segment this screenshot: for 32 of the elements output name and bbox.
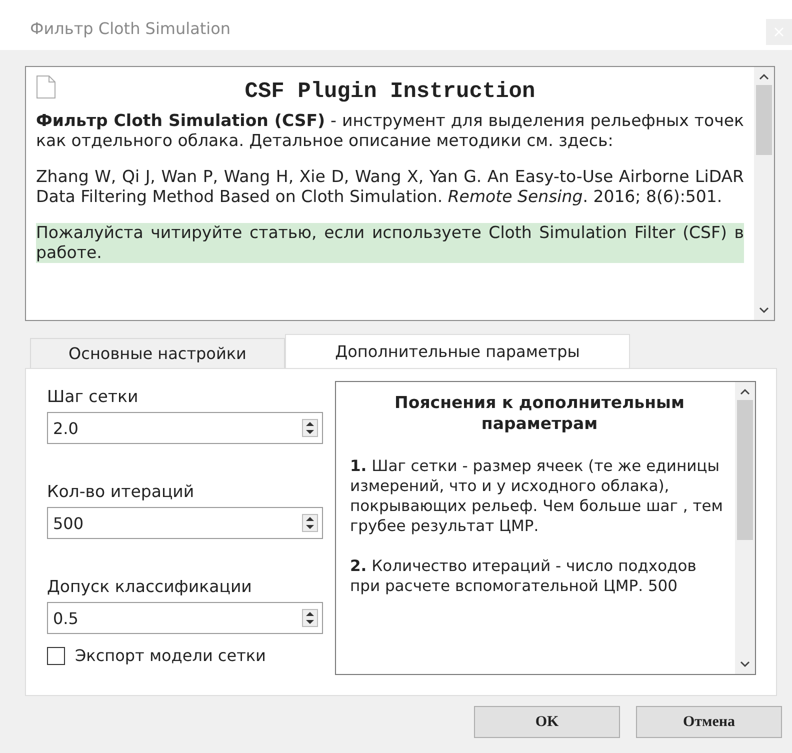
field-label: Кол-во итераций (47, 482, 196, 501)
dialog-button[interactable]: OK (474, 706, 620, 738)
dialog-button[interactable]: Отмена (636, 706, 782, 738)
checkbox[interactable] (47, 646, 65, 664)
help-paragraph: 2. Количество итераций - число подходов при расчете вспомогательной ЦМР. 500 (350, 556, 698, 596)
scrollbar-thumb[interactable] (756, 85, 772, 155)
spin-arrows-icon[interactable] (302, 514, 318, 532)
instruction-paragraph: Пожалуйста читируйте статью, если используете Cloth Simulation Filter (CSF) в работе. (36, 223, 744, 263)
scrollbar[interactable] (754, 67, 774, 320)
spin-arrows-icon[interactable] (302, 419, 318, 437)
scroll-up-icon[interactable] (739, 388, 751, 396)
field-label: Допуск классификации (47, 577, 253, 596)
instruction-title: CSF Plugin Instruction (244, 78, 536, 104)
spin-field[interactable]: 500 (47, 507, 323, 539)
spin-field[interactable]: 2.0 (47, 412, 323, 444)
window-title: Фильтр Cloth Simulation (30, 18, 231, 38)
tab[interactable]: Дополнительные параметры (285, 334, 630, 368)
checkbox-label: Экспорт модели сетки (75, 646, 266, 665)
help-paragraph: 1. Шаг сетки - размер ячеек (те же единицы измерений, что и у исходного облака), покрывающих рельеф. Чем больше шаг , тем грубее результат ЦМР. (350, 456, 724, 536)
instruction-paragraph: Фильтр Cloth Simulation (CSF) - инструмент для выделения рельефных точек как отдельного облака. Детальное описание методики см. здесь: (36, 111, 744, 151)
help-title: Пояснения к дополнительным параметрам (394, 392, 686, 434)
instruction-paragraph: Zhang W, Qi J, Wan P, Wang H, Xie D, Wang X, Yan G. An Easy-to-Use Airborne LiDAR Data Filtering Method Based on Cloth Simulation. Remote Sensing. 2016; 8(6):501. (36, 167, 744, 207)
scrollbar[interactable] (735, 382, 755, 674)
scrollbar-thumb[interactable] (737, 400, 753, 540)
scroll-down-icon[interactable] (758, 306, 770, 314)
scroll-down-icon[interactable] (739, 660, 751, 668)
field-label: Шаг сетки (47, 387, 140, 406)
document-icon (36, 75, 56, 99)
spin-field[interactable]: 0.5 (47, 602, 323, 634)
spin-arrows-icon[interactable] (302, 609, 318, 627)
tab[interactable]: Основные настройки (30, 338, 285, 368)
scroll-up-icon[interactable] (758, 73, 770, 81)
